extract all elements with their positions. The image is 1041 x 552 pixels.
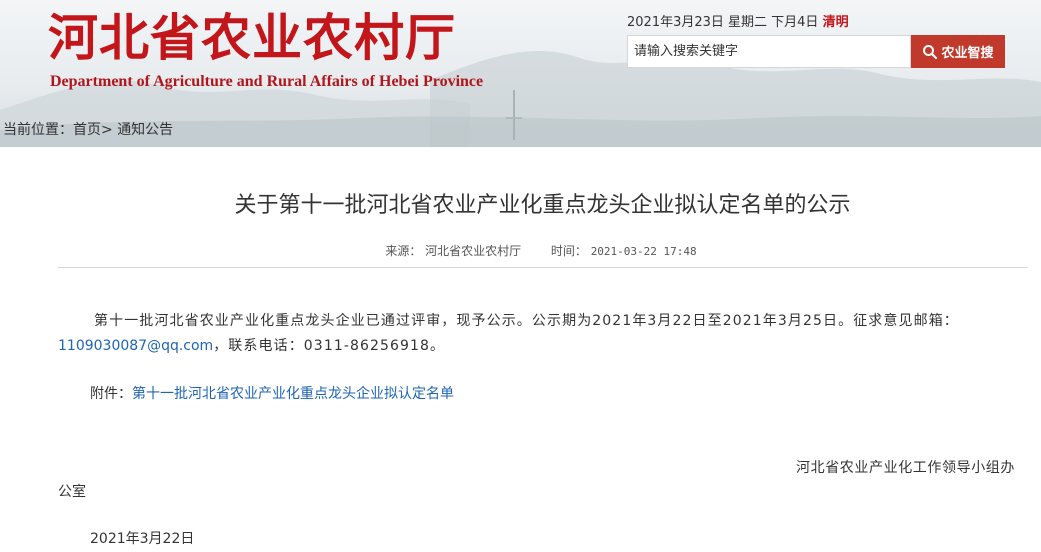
search-icon <box>923 44 938 59</box>
breadcrumb-prefix: 当前位置： <box>3 122 73 138</box>
search-box <box>627 35 911 68</box>
current-date: 2021年3月23日 星期二 下月4日 <box>627 15 819 30</box>
breadcrumb-home-link[interactable]: 首页 <box>73 122 101 138</box>
attachment-link[interactable]: 第十一批河北省农业产业化重点龙头企业拟认定名单 <box>132 386 454 402</box>
site-title: 河北省农业农村厅 <box>48 8 456 67</box>
signature-date: 2021年3月22日 <box>90 531 195 547</box>
source-value: 河北省农业农村厅 <box>425 244 522 258</box>
article-meta: 来源： 河北省农业农村厅 时间： 2021-03-22 17:48 <box>0 242 1041 259</box>
body-text-part2: ，联系电话：0311-86256918。 <box>213 338 446 354</box>
article-title: 关于第十一批河北省农业产业化重点龙头企业拟认定名单的公示 <box>234 193 851 218</box>
breadcrumb-current-link[interactable]: 通知公告 <box>117 122 173 138</box>
source-label: 来源： <box>385 244 422 258</box>
breadcrumb-separator: > <box>101 122 113 138</box>
title-divider <box>58 267 1028 268</box>
time-label: 时间： <box>550 244 587 258</box>
time-value: 2021-03-22 17:48 <box>590 245 697 258</box>
header-banner: 河北省农业农村厅 Department of Agriculture and R… <box>0 0 1041 147</box>
smart-search-label: 农业智搜 <box>941 46 994 61</box>
attachment-label: 附件： <box>90 386 132 402</box>
weather-text: 清明 <box>822 15 849 30</box>
body-text-part1: 第十一批河北省农业产业化重点龙头企业已通过评审，现予公示。公示期为2021年3月… <box>94 313 959 329</box>
breadcrumb: 当前位置：首页> 通知公告 <box>3 119 173 139</box>
smart-search-button[interactable]: 农业智搜 <box>911 35 1005 68</box>
search-input[interactable] <box>628 36 910 67</box>
attachment-line: 附件：第十一批河北省农业产业化重点龙头企业拟认定名单 <box>90 383 454 403</box>
site-subtitle: Department of Agriculture and Rural Affa… <box>50 73 484 90</box>
date-weather-line: 2021年3月23日 星期二 下月4日 清明 <box>627 11 849 30</box>
email-link[interactable]: 1109030087@qq.com <box>58 338 213 354</box>
signature-line-1: 河北省农业产业化工作领导小组办 <box>796 460 1015 476</box>
signature-line-2: 公室 <box>58 484 86 500</box>
article-body-paragraph: 第十一批河北省农业产业化重点龙头企业已通过评审，现予公示。公示期为2021年3月… <box>58 309 1030 359</box>
